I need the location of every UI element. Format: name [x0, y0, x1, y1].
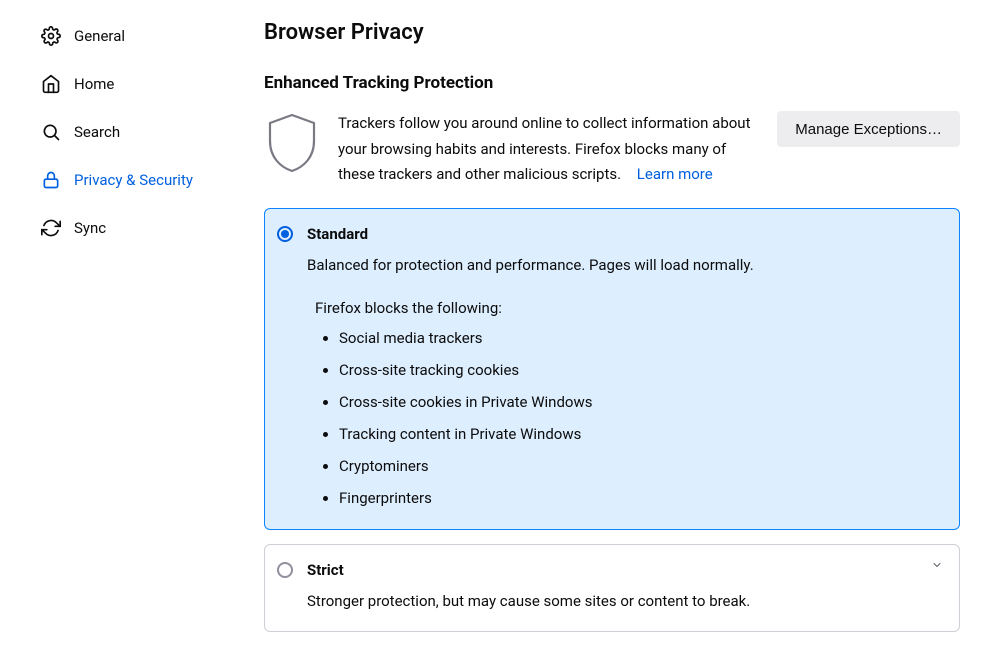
option-header: Strict — [277, 561, 943, 579]
sidebar-item-label: Home — [74, 75, 114, 93]
etp-description-block: Trackers follow you around online to col… — [338, 111, 759, 188]
block-item: Fingerprinters — [339, 489, 943, 507]
manage-exceptions-button[interactable]: Manage Exceptions… — [777, 111, 960, 147]
lock-icon — [40, 169, 62, 191]
block-item: Cryptominers — [339, 457, 943, 475]
etp-actions: Manage Exceptions… — [777, 111, 960, 188]
sidebar-item-label: Search — [74, 123, 120, 141]
blocks-intro: Firefox blocks the following: — [315, 299, 943, 317]
sidebar-item-label: General — [74, 27, 125, 45]
sidebar-item-sync[interactable]: Sync — [34, 208, 238, 248]
block-item: Tracking content in Private Windows — [339, 425, 943, 443]
shield-icon — [264, 111, 320, 175]
page-title: Browser Privacy — [264, 20, 960, 45]
option-title: Strict — [307, 561, 344, 579]
option-standard[interactable]: Standard Balanced for protection and per… — [264, 208, 960, 530]
block-item: Social media trackers — [339, 329, 943, 347]
block-item: Cross-site tracking cookies — [339, 361, 943, 379]
option-strict[interactable]: Strict Stronger protection, but may caus… — [264, 544, 960, 632]
blocks-list: Social media trackers Cross-site trackin… — [339, 329, 943, 507]
home-icon — [40, 73, 62, 95]
sidebar-item-label: Privacy & Security — [74, 171, 193, 189]
option-header: Standard — [277, 225, 943, 243]
etp-heading: Enhanced Tracking Protection — [264, 73, 960, 93]
search-icon — [40, 121, 62, 143]
settings-sidebar: General Home Search Privacy & Security S… — [0, 0, 254, 670]
sidebar-item-general[interactable]: General — [34, 16, 238, 56]
sidebar-item-search[interactable]: Search — [34, 112, 238, 152]
gear-icon — [40, 25, 62, 47]
settings-main: Browser Privacy Enhanced Tracking Protec… — [254, 0, 1000, 670]
etp-intro: Trackers follow you around online to col… — [264, 111, 960, 188]
sidebar-item-home[interactable]: Home — [34, 64, 238, 104]
option-title: Standard — [307, 225, 368, 243]
option-description: Balanced for protection and performance.… — [307, 253, 943, 277]
sidebar-item-label: Sync — [74, 219, 106, 237]
radio-standard[interactable] — [277, 226, 293, 242]
option-description: Stronger protection, but may cause some … — [307, 589, 943, 613]
sync-icon — [40, 217, 62, 239]
radio-strict[interactable] — [277, 562, 293, 578]
sidebar-item-privacy-security[interactable]: Privacy & Security — [34, 160, 238, 200]
chevron-down-icon[interactable] — [931, 559, 943, 571]
block-item: Cross-site cookies in Private Windows — [339, 393, 943, 411]
learn-more-link[interactable]: Learn more — [637, 165, 713, 183]
